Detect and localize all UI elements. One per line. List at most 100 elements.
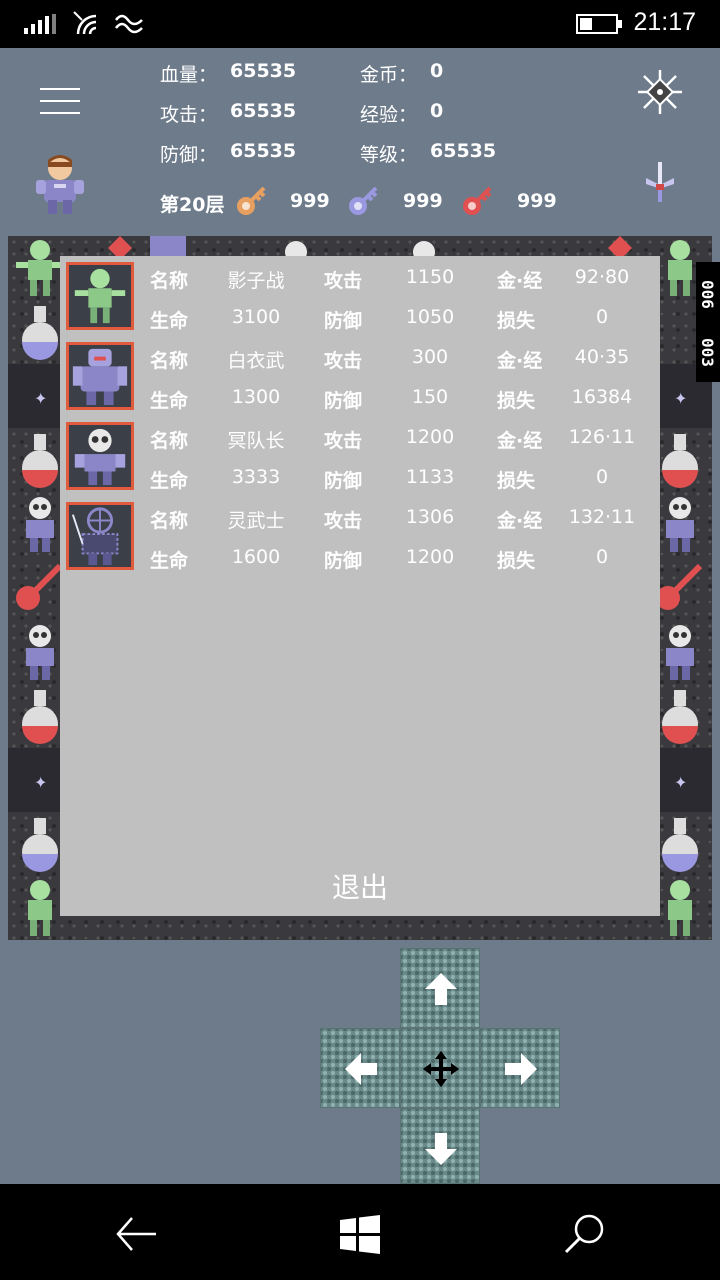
svg-text:✦: ✦ [34, 389, 47, 408]
monster-hp: 3333 [231, 466, 281, 488]
floor-label: 第20层 [160, 194, 225, 216]
status-bar: 21:17 [0, 0, 720, 48]
monster-gold-exp: 132·11 [568, 506, 636, 528]
loss-label: 损失 [497, 390, 536, 412]
windows-start-icon[interactable] [338, 1212, 382, 1256]
side-badge: 006 003 [696, 262, 720, 382]
loss-label: 损失 [497, 310, 536, 332]
hp-label: 生命 [150, 390, 189, 412]
side-badge-bottom: 003 [698, 338, 717, 367]
svg-text:✦: ✦ [674, 773, 687, 792]
monster-portrait [66, 422, 134, 490]
move-icon [423, 1051, 459, 1087]
loss-label: 损失 [497, 550, 536, 572]
hp-value: 65535 [230, 60, 297, 82]
monster-gold-exp: 40·35 [574, 346, 630, 368]
name-label: 名称 [150, 510, 189, 532]
defense-value: 65535 [230, 140, 297, 162]
blue-key-count: 999 [403, 190, 443, 212]
name-label: 名称 [150, 270, 189, 292]
clock: 21:17 [633, 8, 696, 36]
zombie-icon [74, 268, 126, 324]
monster-portrait [66, 262, 134, 330]
back-icon[interactable] [114, 1212, 158, 1256]
dpad-center-button[interactable] [400, 1028, 480, 1108]
level-label: 等级： [360, 144, 418, 166]
monster-hp: 1300 [231, 386, 281, 408]
monster-loss: 0 [595, 466, 609, 488]
monster-name: 白衣武 [227, 350, 285, 372]
red-key-count: 999 [517, 190, 557, 212]
monster-defense: 1133 [405, 466, 455, 488]
menu-icon[interactable] [40, 88, 80, 114]
gold-exp-label: 金·经 [497, 430, 543, 452]
monster-attack: 300 [411, 346, 449, 368]
snowflake-settings-icon[interactable] [636, 68, 684, 116]
gem-sprite [608, 236, 632, 256]
arrow-up-icon [425, 973, 457, 1005]
hp-label: 生命 [150, 470, 189, 492]
monster-loss: 0 [595, 306, 609, 328]
dpad-up-button[interactable] [400, 948, 480, 1028]
knight-icon [72, 348, 128, 406]
hero-avatar [36, 155, 84, 214]
dpad-left-button[interactable] [320, 1028, 400, 1108]
monster-loss: 16384 [571, 386, 633, 408]
monster-defense: 1200 [405, 546, 455, 568]
skeleton-icon [74, 428, 126, 486]
dpad-down-button[interactable] [400, 1108, 480, 1184]
monster-row: 名称 灵武士 攻击 1306 金·经 132·11 生命 1600 防御 120… [60, 496, 660, 576]
data-icon [115, 14, 143, 34]
monster-name: 冥队长 [227, 430, 285, 452]
yellow-key-count: 999 [290, 190, 330, 212]
monster-defense: 1050 [405, 306, 455, 328]
attack-label: 攻击 [324, 510, 363, 532]
svg-text:✦: ✦ [674, 389, 687, 408]
exp-value: 0 [430, 100, 444, 122]
gold-exp-label: 金·经 [497, 510, 543, 532]
monster-info-panel: 名称 影子战 攻击 1150 金·经 92·80 生命 3100 防御 1050… [60, 256, 660, 916]
monster-gold-exp: 92·80 [574, 266, 630, 288]
skeleton-sprite [285, 241, 307, 256]
exp-label: 经验： [360, 104, 418, 126]
name-label: 名称 [150, 430, 189, 452]
gem-sprite [108, 236, 132, 256]
monster-portrait [66, 502, 134, 570]
ghost-warrior-icon [71, 507, 119, 566]
search-icon[interactable] [562, 1212, 606, 1256]
defense-label: 防御 [324, 390, 363, 412]
attack-label: 攻击： [160, 104, 218, 126]
hp-label: 生命 [150, 550, 189, 572]
side-badge-top: 006 [698, 280, 717, 309]
signal-icon [24, 14, 56, 34]
gold-value: 0 [430, 60, 444, 82]
gold-label: 金币： [360, 64, 418, 86]
attack-label: 攻击 [324, 270, 363, 292]
attack-label: 攻击 [324, 430, 363, 452]
blue-key-icon [349, 186, 378, 215]
monster-attack: 1200 [405, 426, 455, 448]
monster-name: 影子战 [227, 270, 285, 292]
name-label: 名称 [150, 350, 189, 372]
exit-button[interactable]: 退出 [310, 866, 410, 910]
red-key-icon [463, 186, 492, 215]
gold-exp-label: 金·经 [497, 350, 543, 372]
monster-attack: 1150 [405, 266, 455, 288]
arrow-down-icon [425, 1133, 457, 1165]
loss-label: 损失 [497, 470, 536, 492]
wifi-icon [73, 11, 97, 35]
svg-text:✦: ✦ [34, 773, 47, 792]
defense-label: 防御 [324, 550, 363, 572]
arrow-right-icon [505, 1053, 537, 1085]
defense-label: 防御 [324, 470, 363, 492]
monster-loss: 0 [595, 546, 609, 568]
sword-icon[interactable] [642, 160, 678, 206]
monster-hp: 3100 [231, 306, 281, 328]
monster-row: 名称 白衣武 攻击 300 金·经 40·35 生命 1300 防御 150 损… [60, 336, 660, 416]
defense-label: 防御： [160, 144, 218, 166]
monster-name: 灵武士 [227, 510, 285, 532]
monster-defense: 150 [411, 386, 449, 408]
monster-row: 名称 冥队长 攻击 1200 金·经 126·11 生命 3333 防御 113… [60, 416, 660, 496]
dpad-right-button[interactable] [480, 1028, 560, 1108]
defense-label: 防御 [324, 310, 363, 332]
